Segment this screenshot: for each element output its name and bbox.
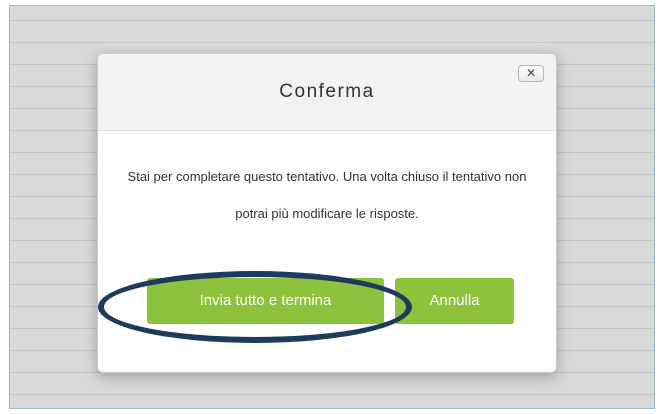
- cancel-button[interactable]: Annulla: [395, 278, 514, 324]
- dialog-message: Stai per completare questo tentativo. Un…: [127, 169, 527, 221]
- close-icon: ✕: [525, 66, 537, 80]
- background-row-divider: [10, 42, 654, 43]
- confirm-dialog: Conferma ✕ Stai per completare questo te…: [97, 53, 557, 373]
- close-button[interactable]: ✕: [518, 65, 544, 82]
- background-row-divider: [10, 20, 654, 21]
- submit-all-button[interactable]: Invia tutto e termina: [147, 278, 384, 324]
- background-row-divider: [10, 394, 654, 395]
- dialog-title: Conferma: [279, 81, 375, 102]
- dialog-header: Conferma ✕: [98, 54, 556, 131]
